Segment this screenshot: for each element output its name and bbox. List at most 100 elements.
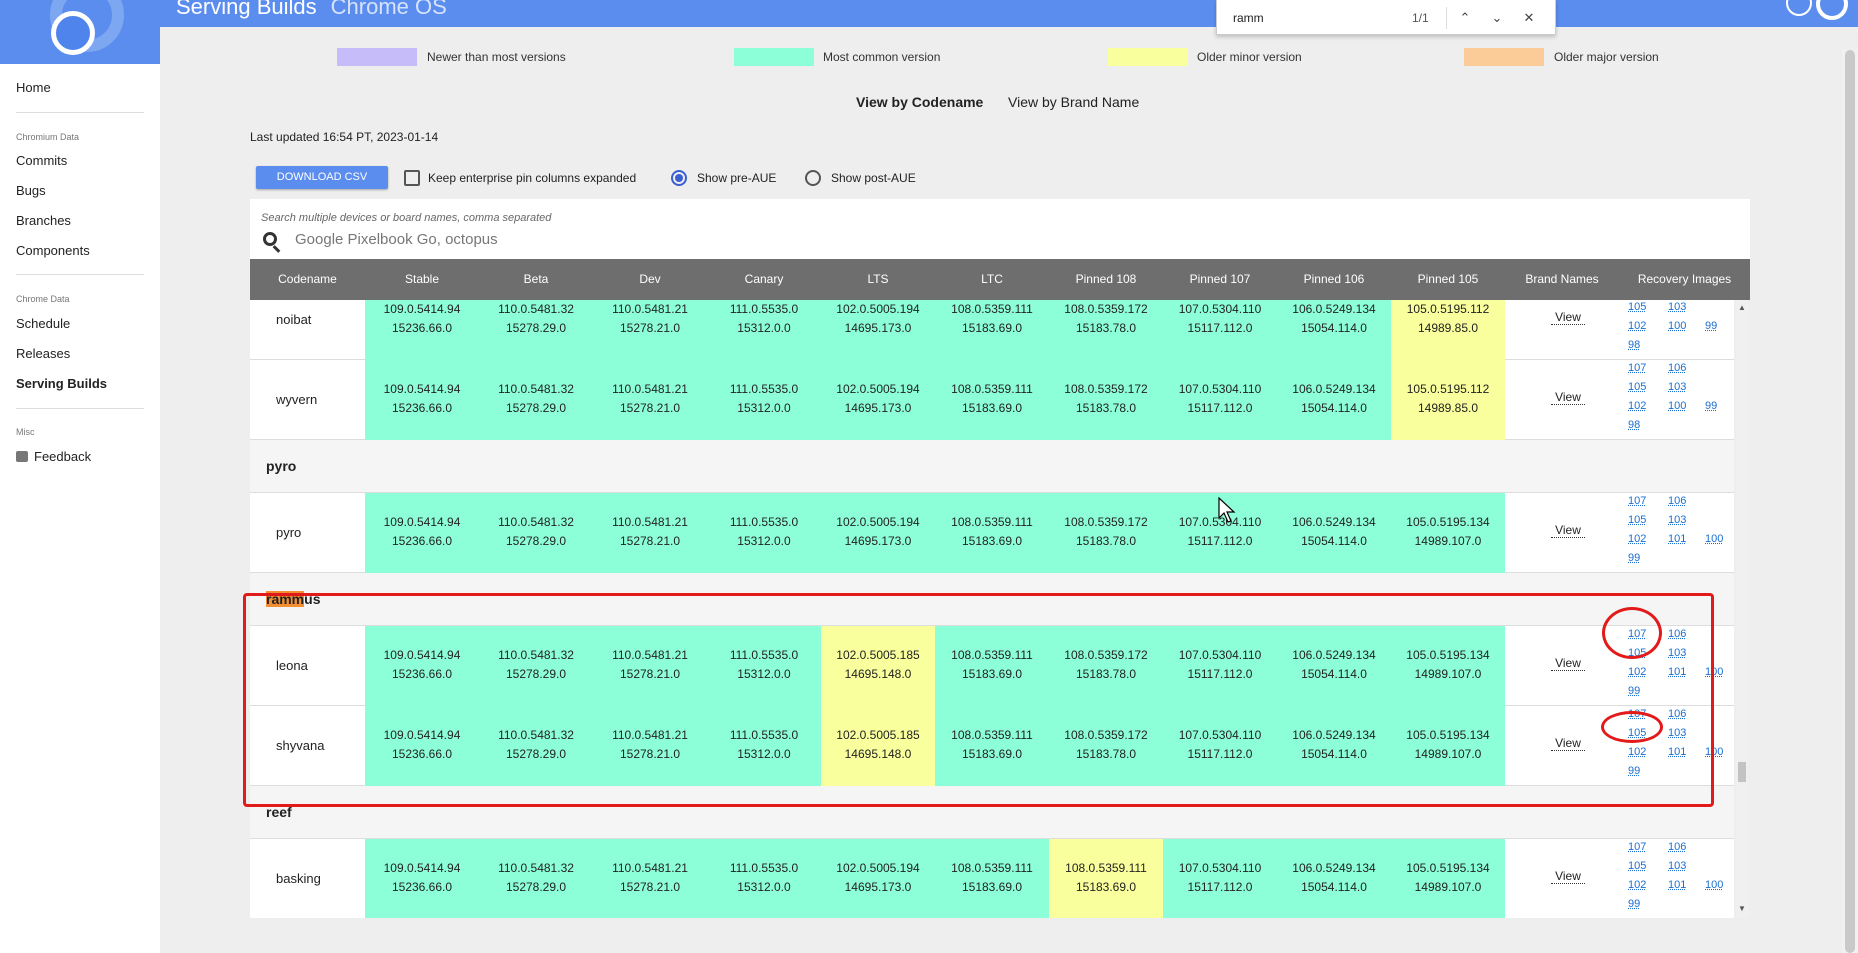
show-post-aue-radio[interactable]: [805, 170, 821, 186]
platform-version: 15183.78.0: [1075, 534, 1137, 548]
group-name: pyro: [266, 458, 297, 474]
page-scrollbar[interactable]: [1842, 50, 1858, 953]
recovery-image-link[interactable]: 105: [1628, 381, 1646, 393]
show-pre-aue-radio[interactable]: [671, 170, 687, 186]
table-scrollbar[interactable]: ▲ ▼: [1736, 300, 1748, 918]
recovery-image-link[interactable]: 102: [1628, 400, 1646, 412]
sidebar-item-feedback[interactable]: Feedback: [16, 449, 91, 464]
recovery-image-link[interactable]: 105: [1628, 301, 1646, 313]
platform-version: 15054.114.0: [1301, 534, 1367, 548]
sidebar-item-home[interactable]: Home: [16, 80, 51, 95]
sidebar-item-bugs[interactable]: Bugs: [16, 183, 46, 198]
sidebar-item-components[interactable]: Components: [16, 243, 90, 258]
platform-version: 15312.0.0: [737, 534, 791, 548]
recovery-image-link[interactable]: 99: [1628, 552, 1640, 564]
chrome-version: 102.0.5005.194: [836, 382, 920, 396]
download-csv-button[interactable]: DOWNLOAD CSV: [256, 166, 388, 189]
chrome-version: 105.0.5195.112: [1406, 302, 1490, 316]
view-by-codename-link[interactable]: View by Codename: [856, 94, 983, 110]
recovery-image-link[interactable]: 105: [1628, 860, 1646, 872]
recovery-image-link[interactable]: 101: [1668, 879, 1686, 891]
scroll-down-arrow[interactable]: ▼: [1738, 904, 1746, 913]
version-cell: 106.0.5249.134 15054.114.0: [1277, 360, 1391, 440]
find-in-page-bar: ramm 1/1 ⌃ ⌄ ✕: [1216, 0, 1556, 35]
sidebar-item-releases[interactable]: Releases: [16, 346, 70, 361]
legend-swatch-older-major: [1464, 48, 1544, 66]
close-icon[interactable]: ✕: [1518, 7, 1540, 29]
recovery-image-link[interactable]: 106: [1668, 362, 1686, 374]
recovery-image-link[interactable]: 98: [1628, 339, 1640, 351]
column-header: Dev: [639, 272, 661, 286]
chrome-version: 111.0.5535.0: [729, 861, 799, 875]
page-scroll-thumb[interactable]: [1845, 50, 1855, 953]
feedback-icon: [16, 451, 28, 462]
recovery-image-link[interactable]: 105: [1628, 514, 1646, 526]
recovery-image-link[interactable]: 106: [1668, 841, 1686, 853]
recovery-image-link[interactable]: 99: [1705, 400, 1717, 412]
recovery-image-link[interactable]: 98: [1628, 419, 1640, 431]
sidebar-item-serving-builds[interactable]: Serving Builds: [16, 376, 107, 391]
platform-version: 15236.66.0: [391, 880, 453, 894]
chrome-version: 105.0.5195.134: [1406, 861, 1490, 875]
keep-expanded-checkbox[interactable]: [404, 170, 420, 186]
recovery-image-link[interactable]: 102: [1628, 320, 1646, 332]
platform-version: 15278.21.0: [619, 880, 681, 894]
sidebar-item-schedule[interactable]: Schedule: [16, 316, 70, 331]
chromium-logo[interactable]: [0, 0, 160, 64]
recovery-image-link[interactable]: 103: [1668, 381, 1686, 393]
column-header: Pinned 108: [1075, 272, 1137, 286]
chrome-version: 109.0.5414.94: [383, 515, 461, 529]
column-header: Pinned 105: [1417, 272, 1479, 286]
sidebar-section-title: Chrome Data: [16, 294, 70, 304]
recovery-image-link[interactable]: 107: [1628, 495, 1646, 507]
version-cell: 106.0.5249.134 15054.114.0: [1277, 839, 1391, 918]
scroll-up-arrow[interactable]: ▲: [1738, 303, 1746, 312]
chrome-version: 108.0.5359.111: [951, 302, 1033, 316]
brand-names-view-link[interactable]: View: [1551, 523, 1585, 538]
sidebar-item-commits[interactable]: Commits: [16, 153, 67, 168]
recovery-image-link[interactable]: 107: [1628, 362, 1646, 374]
version-cell: 107.0.5304.110 15117.112.0: [1163, 839, 1277, 918]
brand-names-view-link[interactable]: View: [1551, 390, 1585, 405]
recovery-image-link[interactable]: 103: [1668, 301, 1686, 313]
table-row: noibat 109.0.5414.94 15236.66.0 110.0.5481.…: [250, 300, 1734, 360]
chevron-up-icon[interactable]: ⌃: [1454, 7, 1476, 29]
brand-names-view-link[interactable]: View: [1551, 869, 1585, 884]
recovery-image-link[interactable]: 99: [1705, 320, 1717, 332]
chrome-version: 107.0.5304.110: [1178, 382, 1262, 396]
search-hint: Search multiple devices or board names, …: [261, 212, 552, 224]
recovery-image-link[interactable]: 100: [1668, 320, 1686, 332]
recovery-image-link[interactable]: 102: [1628, 533, 1646, 545]
search-icon: [263, 232, 277, 246]
platform-version: 15183.69.0: [961, 321, 1023, 335]
recovery-image-link[interactable]: 101: [1668, 533, 1686, 545]
sidebar-item-branches[interactable]: Branches: [16, 213, 71, 228]
legend-label-newer: Newer than most versions: [427, 50, 566, 64]
brand-names-view-link[interactable]: View: [1551, 310, 1585, 325]
recovery-image-link[interactable]: 99: [1628, 898, 1640, 910]
help-icon[interactable]: [1786, 0, 1812, 16]
find-input[interactable]: ramm: [1233, 11, 1264, 25]
table-scroll-thumb[interactable]: [1738, 762, 1746, 782]
recovery-image-link[interactable]: 102: [1628, 879, 1646, 891]
recovery-image-link[interactable]: 106: [1668, 495, 1686, 507]
recovery-image-link[interactable]: 103: [1668, 514, 1686, 526]
recovery-image-link[interactable]: 103: [1668, 860, 1686, 872]
view-by-brand-link[interactable]: View by Brand Name: [1008, 94, 1139, 110]
device-search-box[interactable]: Search multiple devices or board names, …: [250, 199, 1750, 259]
account-avatar[interactable]: [1816, 0, 1848, 20]
chrome-version: 106.0.5249.134: [1292, 302, 1376, 316]
recovery-image-link[interactable]: 100: [1705, 533, 1723, 545]
recovery-image-link[interactable]: 100: [1668, 400, 1686, 412]
chrome-version: 109.0.5414.94: [383, 302, 461, 316]
chevron-down-icon[interactable]: ⌄: [1486, 7, 1508, 29]
recovery-image-link[interactable]: 107: [1628, 841, 1646, 853]
platform-version: 15278.29.0: [505, 401, 567, 415]
chrome-version: 108.0.5359.111: [1065, 861, 1147, 875]
version-cell: 108.0.5359.172 15183.78.0: [1049, 360, 1163, 440]
recovery-image-link[interactable]: 100: [1705, 879, 1723, 891]
chrome-version: 102.0.5005.194: [836, 861, 920, 875]
platform-version: 15278.21.0: [619, 534, 681, 548]
search-input[interactable]: Google Pixelbook Go, octopus: [295, 231, 498, 248]
table-row: pyro 109.0.5414.94 15236.66.0 110.0.5481.32…: [250, 493, 1734, 573]
